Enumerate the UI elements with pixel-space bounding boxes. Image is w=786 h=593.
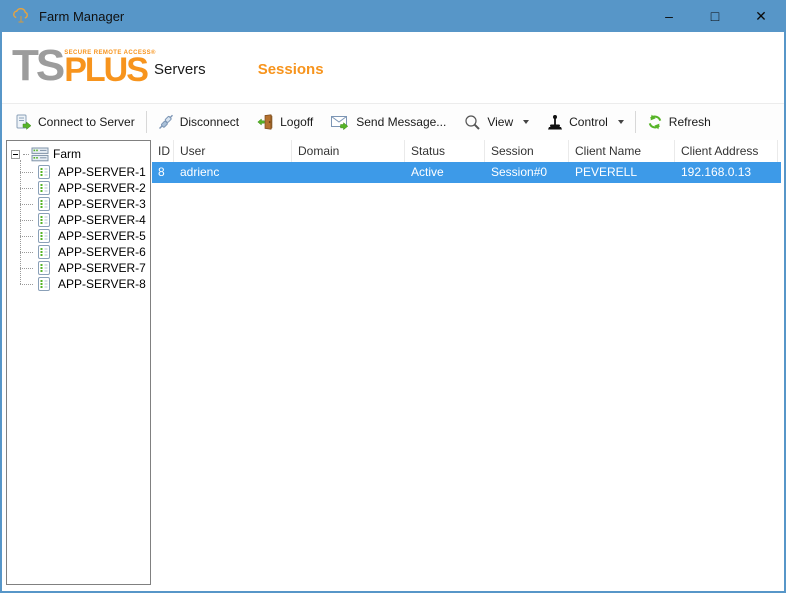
session-row-selected[interactable]: 8 adrienc Active Session#0 PEVERELL 192.…: [152, 162, 781, 183]
server-connect-icon: [15, 114, 32, 131]
collapse-expander-icon[interactable]: [11, 150, 20, 159]
tree-item-app-server-3[interactable]: APP-SERVER-3: [11, 196, 150, 212]
cell-id: 8: [152, 162, 174, 183]
tree-item-label: APP-SERVER-3: [58, 197, 146, 211]
tree-item-label: APP-SERVER-1: [58, 165, 146, 179]
tree-item-label: APP-SERVER-2: [58, 181, 146, 195]
refresh-button[interactable]: Refresh: [638, 108, 720, 136]
cell-session: Session#0: [485, 162, 569, 183]
cell-client-name: PEVERELL: [569, 162, 675, 183]
column-header-client-address[interactable]: Client Address: [675, 140, 778, 162]
server-icon: [38, 165, 50, 179]
tree-item-app-server-6[interactable]: APP-SERVER-6: [11, 244, 150, 260]
cell-domain: [292, 162, 405, 183]
cell-user: adrienc: [174, 162, 292, 183]
farm-icon: [31, 147, 49, 162]
magnifier-view-icon: [464, 114, 481, 131]
server-icon: [38, 197, 50, 211]
logo-plus: PLUS: [64, 57, 156, 84]
server-icon: [38, 277, 50, 291]
tab-sessions[interactable]: Sessions: [258, 61, 324, 78]
disconnect-button[interactable]: Disconnect: [149, 108, 248, 136]
main-tabs: Servers Sessions: [154, 61, 324, 78]
view-dropdown-arrow[interactable]: [523, 120, 529, 124]
tree-item-label: APP-SERVER-5: [58, 229, 146, 243]
view-button[interactable]: View: [455, 108, 538, 136]
app-cloud-icon: [11, 7, 31, 25]
connect-to-server-label: Connect to Server: [38, 115, 135, 129]
minimize-button[interactable]: –: [646, 0, 692, 32]
farm-manager-window: Farm Manager – □ ✕ TS SECURE REMOTE ACCE…: [0, 0, 786, 593]
sessions-list-header: ID User Domain Status Session Client Nam…: [152, 140, 781, 162]
refresh-label: Refresh: [669, 115, 711, 129]
tree-item-label: APP-SERVER-7: [58, 261, 146, 275]
connect-to-server-button[interactable]: Connect to Server: [6, 108, 144, 136]
tree-root-farm[interactable]: Farm: [11, 145, 150, 163]
logoff-door-icon: [257, 114, 274, 130]
tree-item-app-server-4[interactable]: APP-SERVER-4: [11, 212, 150, 228]
server-icon: [38, 229, 50, 243]
server-icon: [38, 213, 50, 227]
server-icon: [38, 261, 50, 275]
envelope-send-icon: [331, 114, 350, 130]
send-message-button[interactable]: Send Message...: [322, 108, 455, 136]
brand-bar: TS SECURE REMOTE ACCESS® PLUS Servers Se…: [2, 32, 784, 103]
main-area: Farm APP-SERVER-1: [2, 140, 784, 591]
toolbar-separator: [146, 111, 147, 133]
control-button[interactable]: Control: [538, 108, 633, 136]
cell-client-address: 192.168.0.13: [675, 162, 778, 183]
server-icon: [38, 181, 50, 195]
tree-item-label: APP-SERVER-4: [58, 213, 146, 227]
column-header-client-name[interactable]: Client Name: [569, 140, 675, 162]
refresh-icon: [647, 114, 663, 130]
tree-item-label: APP-SERVER-6: [58, 245, 146, 259]
tsplus-logo: TS SECURE REMOTE ACCESS® PLUS: [12, 48, 156, 84]
send-message-label: Send Message...: [356, 115, 446, 129]
column-header-user[interactable]: User: [174, 140, 292, 162]
sessions-list: ID User Domain Status Session Client Nam…: [152, 140, 781, 589]
logoff-label: Logoff: [280, 115, 313, 129]
column-header-id[interactable]: ID: [152, 140, 174, 162]
joystick-control-icon: [547, 114, 563, 130]
control-dropdown-arrow[interactable]: [618, 120, 624, 124]
tree-root-label: Farm: [53, 147, 81, 161]
tree-item-app-server-7[interactable]: APP-SERVER-7: [11, 260, 150, 276]
cell-status: Active: [405, 162, 485, 183]
window-title: Farm Manager: [39, 9, 124, 24]
tree-item-app-server-2[interactable]: APP-SERVER-2: [11, 180, 150, 196]
column-header-domain[interactable]: Domain: [292, 140, 405, 162]
logo-ts: TS: [12, 48, 62, 84]
column-header-session[interactable]: Session: [485, 140, 569, 162]
tree-item-app-server-1[interactable]: APP-SERVER-1: [11, 164, 150, 180]
control-label: Control: [569, 115, 608, 129]
maximize-button[interactable]: □: [692, 0, 738, 32]
view-label: View: [487, 115, 513, 129]
close-button[interactable]: ✕: [738, 0, 784, 32]
disconnect-label: Disconnect: [180, 115, 239, 129]
farm-tree-panel: Farm APP-SERVER-1: [6, 140, 151, 585]
tree-children: APP-SERVER-1 APP-SERVER-2: [11, 164, 150, 292]
server-icon: [38, 245, 50, 259]
toolbar: Connect to Server Disconnect Logoff: [2, 103, 784, 140]
window-controls: – □ ✕: [646, 0, 784, 32]
plug-disconnect-icon: [158, 114, 174, 130]
title-bar: Farm Manager – □ ✕: [2, 0, 784, 32]
toolbar-separator: [635, 111, 636, 133]
tree-item-label: APP-SERVER-8: [58, 277, 146, 291]
column-header-status[interactable]: Status: [405, 140, 485, 162]
tab-servers[interactable]: Servers: [154, 61, 206, 78]
tree-item-app-server-8[interactable]: APP-SERVER-8: [11, 276, 150, 292]
tree-item-app-server-5[interactable]: APP-SERVER-5: [11, 228, 150, 244]
logoff-button[interactable]: Logoff: [248, 108, 322, 136]
